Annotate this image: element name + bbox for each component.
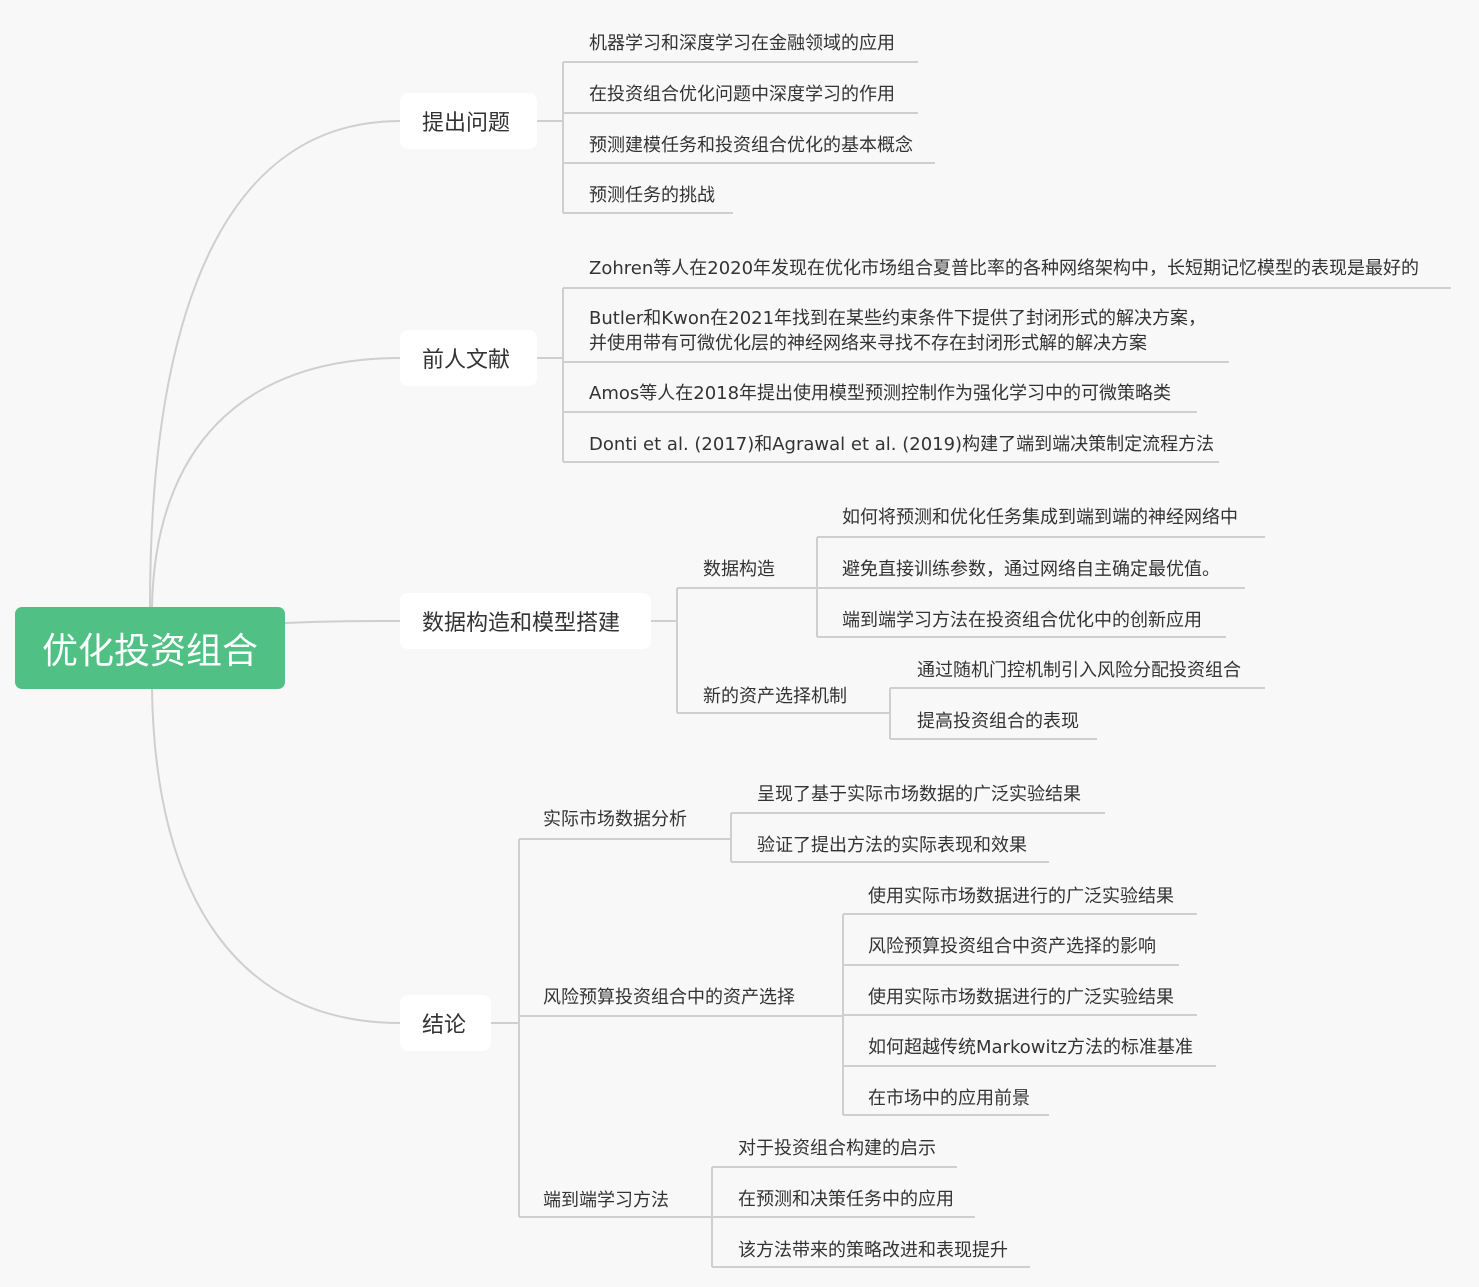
leaf-topic[interactable]: 呈现了基于实际市场数据的广泛实验结果 — [757, 782, 1081, 807]
branch-topic-data-model[interactable]: 数据构造和模型搭建 — [400, 593, 651, 649]
subtopic[interactable]: 在投资组合优化问题中深度学习的作用 — [589, 82, 895, 107]
leaf-topic[interactable]: 通过随机门控机制引入风险分配投资组合 — [917, 658, 1241, 683]
root-connector — [151, 688, 401, 1024]
subtopic[interactable]: 端到端学习方法 — [543, 1188, 669, 1213]
subtopic[interactable]: 新的资产选择机制 — [703, 684, 847, 709]
leaf-topic[interactable]: 该方法带来的策略改进和表现提升 — [738, 1238, 1008, 1263]
subtopic[interactable]: 数据构造 — [703, 557, 775, 582]
subtopic[interactable]: Donti et al. (2017)和Agrawal et al. (2019… — [589, 432, 1214, 457]
leaf-topic[interactable]: 使用实际市场数据进行的广泛实验结果 — [868, 985, 1174, 1010]
root-connector — [284, 620, 401, 624]
leaf-topic[interactable]: 风险预算投资组合中资产选择的影响 — [868, 934, 1156, 959]
leaf-topic[interactable]: 在市场中的应用前景 — [868, 1086, 1030, 1111]
branch-topic-problem[interactable]: 提出问题 — [400, 93, 537, 149]
leaf-topic[interactable]: 避免直接训练参数，通过网络自主确定最优值。 — [842, 557, 1220, 582]
leaf-topic[interactable]: 对于投资组合构建的启示 — [738, 1136, 936, 1161]
leaf-topic[interactable]: 提高投资组合的表现 — [917, 709, 1079, 734]
leaf-topic[interactable]: 如何将预测和优化任务集成到端到端的神经网络中 — [842, 505, 1238, 530]
leaf-topic[interactable]: 在预测和决策任务中的应用 — [738, 1187, 954, 1212]
branch-topic-literature[interactable]: 前人文献 — [400, 330, 537, 386]
root-connector — [151, 357, 401, 608]
leaf-topic[interactable]: 端到端学习方法在投资组合优化中的创新应用 — [842, 608, 1202, 633]
subtopic[interactable]: 预测任务的挑战 — [589, 183, 715, 208]
leaf-topic[interactable]: 使用实际市场数据进行的广泛实验结果 — [868, 884, 1174, 909]
subtopic[interactable]: 实际市场数据分析 — [543, 807, 687, 832]
mind-map: 优化投资组合 提出问题 机器学习和深度学习在金融领域的应用 在投资组合优化问题中… — [0, 0, 1479, 1287]
subtopic[interactable]: Amos等人在2018年提出使用模型预测控制作为强化学习中的可微策略类 — [589, 381, 1171, 406]
branch-topic-conclusion[interactable]: 结论 — [400, 995, 491, 1051]
subtopic[interactable]: Butler和Kwon在2021年找到在某些约束条件下提供了封闭形式的解决方案，… — [589, 306, 1206, 356]
subtopic[interactable]: 机器学习和深度学习在金融领域的应用 — [589, 31, 895, 56]
subtopic[interactable]: 风险预算投资组合中的资产选择 — [543, 985, 795, 1010]
root-connector — [149, 120, 401, 608]
leaf-topic[interactable]: 如何超越传统Markowitz方法的标准基准 — [868, 1035, 1193, 1060]
subtopic[interactable]: Zohren等人在2020年发现在优化市场组合夏普比率的各种网络架构中，长短期记… — [589, 256, 1419, 281]
root-topic[interactable]: 优化投资组合 — [15, 607, 285, 689]
subtopic[interactable]: 预测建模任务和投资组合优化的基本概念 — [589, 133, 913, 158]
leaf-topic[interactable]: 验证了提出方法的实际表现和效果 — [757, 833, 1027, 858]
